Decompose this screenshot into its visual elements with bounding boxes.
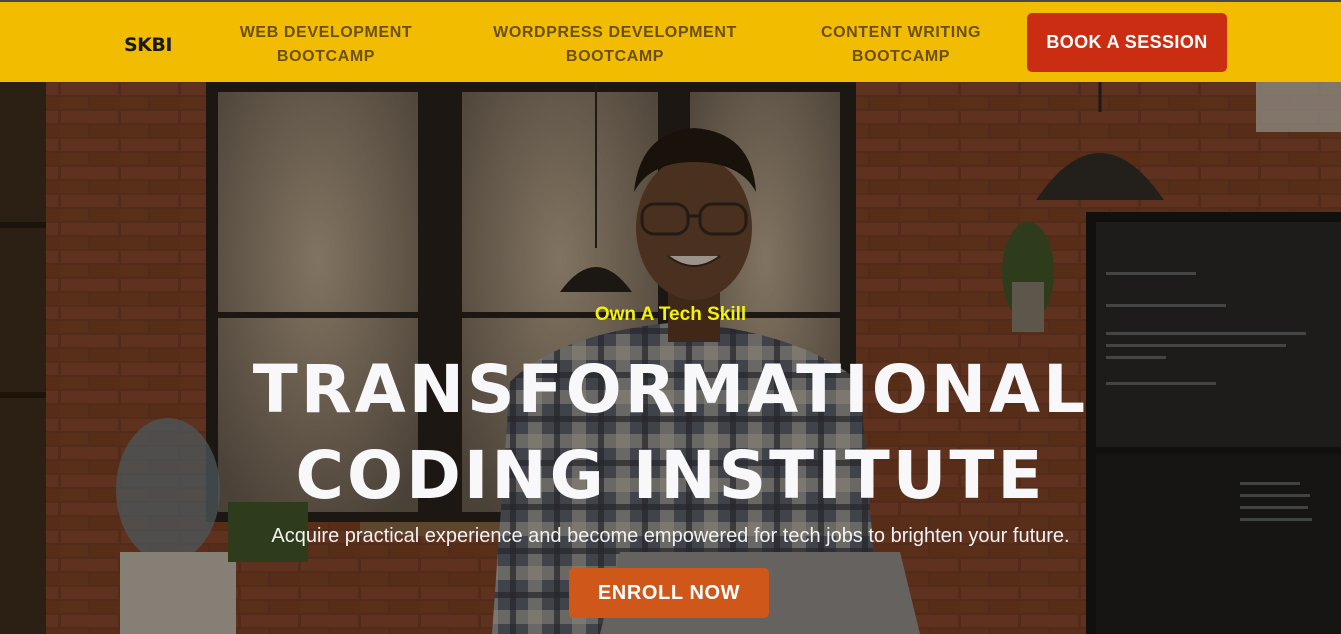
nav-link-content-writing-line1: CONTENT WRITING bbox=[820, 24, 982, 41]
nav-link-web-development-line1: WEB DEVELOPMENT bbox=[239, 24, 413, 41]
hero-eyebrow: Own A Tech Skill bbox=[594, 304, 747, 325]
top-navbar: SKBI WEB DEVELOPMENT BOOTCAMP WORDPRESS … bbox=[0, 2, 1341, 82]
nav-link-wordpress-development-bootcamp[interactable]: WORDPRESS DEVELOPMENT BOOTCAMP bbox=[478, 21, 752, 69]
enroll-now-button[interactable]: ENROLL NOW bbox=[569, 568, 769, 618]
hero-title-line1: TRANSFORMATIONAL bbox=[252, 351, 1089, 428]
hero-title: TRANSFORMATIONAL CODING INSTITUTE bbox=[0, 347, 1341, 519]
nav-link-content-writing-bootcamp[interactable]: CONTENT WRITING BOOTCAMP bbox=[806, 21, 996, 69]
nav-link-wordpress-line2: BOOTCAMP bbox=[565, 48, 665, 65]
book-session-button[interactable]: BOOK A SESSION bbox=[1027, 13, 1227, 72]
hero-section: Own A Tech Skill TRANSFORMATIONAL CODING… bbox=[0, 82, 1341, 634]
nav-link-web-development-line2: BOOTCAMP bbox=[276, 48, 376, 65]
nav-link-content-writing-line2: BOOTCAMP bbox=[851, 48, 951, 65]
brand-logo[interactable]: SKBI bbox=[124, 34, 172, 56]
hero-subtitle: Acquire practical experience and become … bbox=[271, 525, 1070, 547]
nav-link-wordpress-line1: WORDPRESS DEVELOPMENT bbox=[493, 24, 737, 41]
hero-title-line2: CODING INSTITUTE bbox=[295, 437, 1046, 514]
nav-link-web-development-bootcamp[interactable]: WEB DEVELOPMENT BOOTCAMP bbox=[228, 21, 424, 69]
